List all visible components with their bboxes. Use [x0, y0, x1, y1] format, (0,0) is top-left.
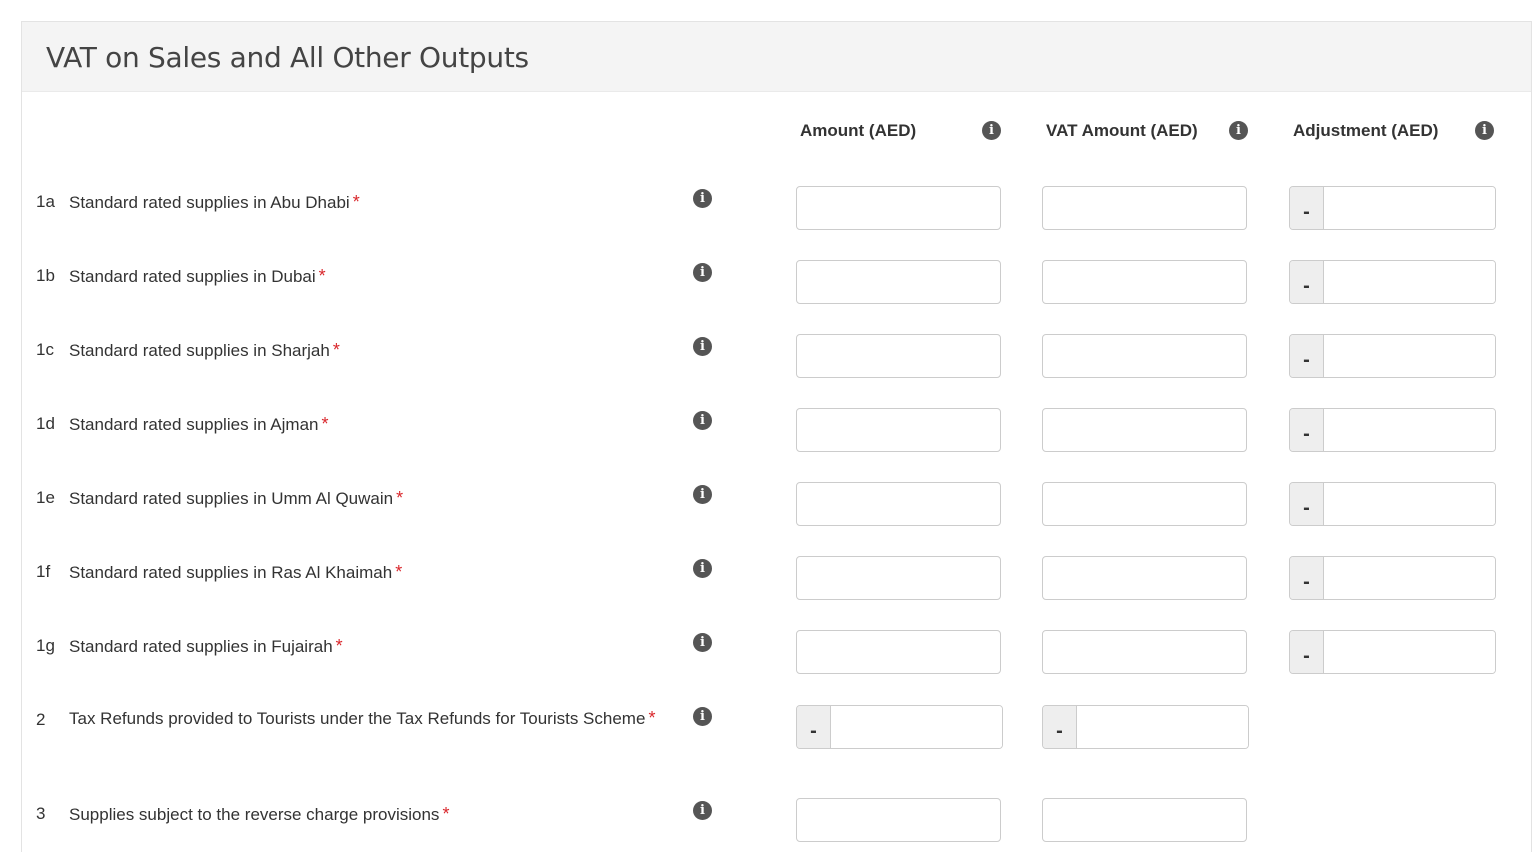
adjustment-input[interactable] [1324, 261, 1495, 303]
row-label-text: Tax Refunds provided to Tourists under t… [69, 709, 646, 728]
amount-input[interactable] [796, 408, 1001, 452]
vat-amount-input[interactable] [1042, 334, 1247, 378]
row-number: 3 [36, 804, 46, 823]
minus-prefix: - [1290, 557, 1324, 599]
row-number: 1a [36, 192, 55, 211]
adjustment-input-group: - [1289, 186, 1496, 230]
adjustment-input[interactable] [1324, 187, 1495, 229]
amount-input[interactable] [796, 186, 1001, 230]
info-icon[interactable]: i [693, 707, 712, 726]
adjustment-input[interactable] [1324, 483, 1495, 525]
amount-input[interactable] [796, 798, 1001, 842]
row-label: Standard rated supplies in Ras Al Khaima… [69, 558, 669, 587]
row-label-text: Standard rated supplies in Sharjah [69, 341, 330, 360]
row-label: Standard rated supplies in Sharjah * [69, 336, 669, 365]
adjustment-input[interactable] [1324, 631, 1495, 673]
row-number: 1g [36, 636, 55, 655]
row-number: 1d [36, 414, 55, 433]
minus-prefix: - [1043, 706, 1077, 748]
amount-input[interactable] [796, 482, 1001, 526]
panel-title: VAT on Sales and All Other Outputs [46, 41, 529, 74]
info-icon[interactable]: i [1229, 121, 1248, 140]
required-asterisk: * [648, 708, 656, 728]
adjustment-input-group: - [1289, 482, 1496, 526]
amount-input[interactable] [796, 630, 1001, 674]
minus-prefix: - [1290, 631, 1324, 673]
vat-amount-input[interactable] [1042, 482, 1247, 526]
row-label: Standard rated supplies in Dubai * [69, 262, 669, 291]
amount-input[interactable] [796, 334, 1001, 378]
row-number: 2 [36, 710, 46, 729]
vat-amount-input[interactable] [1077, 706, 1248, 748]
info-icon[interactable]: i [693, 411, 712, 430]
adjustment-input-group: - [1289, 334, 1496, 378]
vat-amount-input[interactable] [1042, 798, 1247, 842]
row-number: 1e [36, 488, 55, 507]
amount-input[interactable] [796, 260, 1001, 304]
info-icon[interactable]: i [982, 121, 1001, 140]
row-label-text: Standard rated supplies in Ajman [69, 415, 319, 434]
info-icon[interactable]: i [693, 633, 712, 652]
info-icon[interactable]: i [693, 559, 712, 578]
column-header-adjustment: Adjustment (AED) [1293, 121, 1439, 140]
amount-input[interactable] [796, 556, 1001, 600]
row-number: 1b [36, 266, 55, 285]
info-icon[interactable]: i [1475, 121, 1494, 140]
minus-prefix: - [797, 706, 831, 748]
required-asterisk: * [396, 488, 404, 508]
required-asterisk: * [321, 414, 329, 434]
required-asterisk: * [335, 636, 343, 656]
minus-prefix: - [1290, 483, 1324, 525]
vat-amount-input[interactable] [1042, 556, 1247, 600]
info-icon[interactable]: i [693, 485, 712, 504]
column-header-amount: Amount (AED) [800, 121, 917, 140]
required-asterisk: * [395, 562, 403, 582]
row-label-text: Standard rated supplies in Dubai [69, 267, 316, 286]
row-label: Standard rated supplies in Fujairah * [69, 632, 669, 661]
vat-amount-input[interactable] [1042, 260, 1247, 304]
info-icon[interactable]: i [693, 801, 712, 820]
panel-header: VAT on Sales and All Other Outputs [22, 22, 1531, 92]
minus-prefix: - [1290, 187, 1324, 229]
required-asterisk: * [442, 804, 450, 824]
row-label-text: Standard rated supplies in Umm Al Quwain [69, 489, 394, 508]
row-label: Supplies subject to the reverse charge p… [69, 800, 669, 829]
vat-amount-input[interactable] [1042, 408, 1247, 452]
adjustment-input-group: - [1289, 630, 1496, 674]
adjustment-input[interactable] [1324, 557, 1495, 599]
minus-prefix: - [1290, 409, 1324, 451]
row-label: Tax Refunds provided to Tourists under t… [69, 704, 659, 733]
vat-amount-input[interactable] [1042, 186, 1247, 230]
amount-input[interactable] [831, 706, 1002, 748]
minus-prefix: - [1290, 261, 1324, 303]
required-asterisk: * [352, 192, 360, 212]
vat-amount-input-group: - [1042, 705, 1249, 749]
row-label: Standard rated supplies in Abu Dhabi * [69, 188, 669, 217]
adjustment-input[interactable] [1324, 409, 1495, 451]
info-icon[interactable]: i [693, 189, 712, 208]
amount-input-group: - [796, 705, 1003, 749]
column-header-vat-amount: VAT Amount (AED) [1046, 121, 1198, 140]
row-label-text: Standard rated supplies in Ras Al Khaima… [69, 563, 393, 582]
row-label: Standard rated supplies in Umm Al Quwain… [69, 484, 669, 513]
required-asterisk: * [332, 340, 340, 360]
adjustment-input-group: - [1289, 408, 1496, 452]
adjustment-input[interactable] [1324, 335, 1495, 377]
row-number: 1c [36, 340, 54, 359]
row-label-text: Standard rated supplies in Abu Dhabi [69, 193, 350, 212]
row-label-text: Supplies subject to the reverse charge p… [69, 805, 440, 824]
row-label: Standard rated supplies in Ajman * [69, 410, 669, 439]
row-label-text: Standard rated supplies in Fujairah [69, 637, 333, 656]
adjustment-input-group: - [1289, 260, 1496, 304]
minus-prefix: - [1290, 335, 1324, 377]
row-number: 1f [36, 562, 51, 581]
vat-amount-input[interactable] [1042, 630, 1247, 674]
adjustment-input-group: - [1289, 556, 1496, 600]
info-icon[interactable]: i [693, 337, 712, 356]
required-asterisk: * [318, 266, 326, 286]
info-icon[interactable]: i [693, 263, 712, 282]
